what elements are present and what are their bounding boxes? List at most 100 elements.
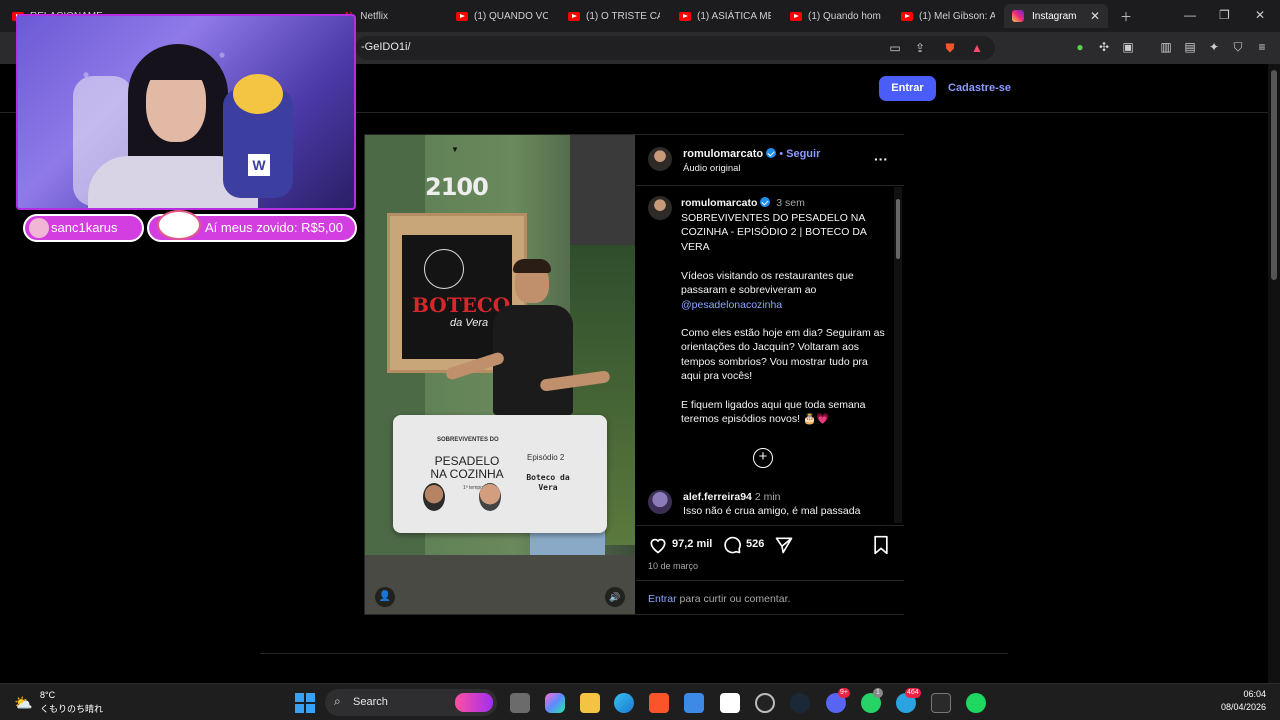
leo-ai-icon[interactable]: ✦	[1207, 40, 1221, 54]
mention-link[interactable]: @pesadelonacozinha	[681, 299, 782, 311]
cake-icon	[29, 218, 49, 238]
post-date: 10 de março	[648, 561, 699, 571]
tab-instagram[interactable]: Instagram ✕	[1004, 4, 1108, 28]
epic-games-icon[interactable]	[931, 693, 951, 713]
share-send-icon[interactable]	[774, 535, 794, 555]
login-button[interactable]: Entrar	[879, 76, 936, 101]
follow-button[interactable]: Seguir	[786, 148, 820, 160]
tab-quando-hom[interactable]: (1) Quando hom	[790, 4, 882, 28]
caption-header: romulomarcato 3 sem	[681, 197, 805, 209]
brave-icon[interactable]	[649, 693, 669, 713]
task-view-icon[interactable]	[510, 693, 530, 713]
card-place: Boteco da Vera	[526, 473, 570, 492]
sign-subtitle: da Vera	[450, 317, 489, 329]
signup-link[interactable]: Cadastre-se	[948, 82, 1011, 94]
tab-asiatica[interactable]: (1) ASIÁTICA ME	[679, 4, 771, 28]
verified-badge-icon	[766, 148, 777, 158]
extension-green-icon[interactable]: ●	[1073, 40, 1087, 54]
save-bookmark-icon[interactable]	[872, 535, 890, 555]
panel-divider	[636, 185, 904, 186]
url-text: -GeIDO1i/	[361, 41, 411, 53]
share-icon[interactable]: ⇪	[913, 41, 927, 55]
address-bar[interactable]: -GeIDO1i/ ▭ ⇪ ⛊ ▲	[355, 36, 995, 60]
cast-icon[interactable]: ▭	[888, 41, 902, 55]
comment-time: 2 min	[754, 491, 781, 503]
restore-icon[interactable]: ❐	[1219, 8, 1230, 22]
login-prompt-link[interactable]: Entrar	[648, 593, 677, 605]
post-card: ▼ 2100 BOTECO da Vera SOBREVIVENTES DO P…	[364, 134, 904, 615]
youtube-icon	[790, 11, 802, 21]
instagram-icon	[1012, 10, 1024, 22]
author-username[interactable]: romulomarcato	[683, 148, 763, 160]
volume-icon[interactable]: 🔊	[605, 587, 625, 607]
page-scrollbar[interactable]	[1268, 64, 1280, 683]
tab-o-triste[interactable]: (1) O TRISTE CA	[568, 4, 660, 28]
streamer-webcam: W	[16, 14, 356, 210]
more-options-icon[interactable]: ···	[874, 151, 888, 167]
caption-avatar[interactable]	[648, 196, 672, 220]
commenter-avatar[interactable]	[648, 490, 672, 514]
telegram-badge: 464	[905, 688, 921, 698]
search-icon: ⌕	[334, 694, 341, 708]
likes-count[interactable]: 97,2 mil	[672, 538, 712, 550]
tab-mel-gibson[interactable]: (1) Mel Gibson: A	[901, 4, 995, 28]
commenter-username[interactable]: alef.ferreira94	[683, 491, 752, 503]
weather-temp[interactable]: 8°C	[40, 690, 55, 700]
caption-scrollbar-thumb[interactable]	[896, 199, 900, 259]
brave-shield-icon[interactable]: ⛊	[943, 41, 957, 55]
card-title-main: PESADELO NA COZINHA	[430, 454, 504, 481]
ms-store-icon[interactable]	[684, 693, 704, 713]
comments-count[interactable]: 526	[746, 538, 764, 550]
tab-netflix[interactable]: NNetflix	[345, 4, 425, 28]
post-video[interactable]: ▼ 2100 BOTECO da Vera SOBREVIVENTES DO P…	[365, 135, 635, 614]
obs-icon[interactable]	[755, 693, 775, 713]
extensions-icon[interactable]: ✣	[1097, 40, 1111, 54]
load-more-comments-icon[interactable]: +	[753, 448, 773, 468]
tab-search-icon[interactable]: ▣	[1121, 40, 1135, 54]
floor	[365, 555, 635, 614]
caption-paragraph-1: Vídeos visitando os restaurantes que pas…	[681, 270, 854, 311]
comment-text: Isso não é crua amigo, é mal passada	[683, 505, 861, 517]
notion-icon[interactable]	[720, 693, 740, 713]
steam-icon[interactable]	[790, 693, 810, 713]
weather-cloud-icon[interactable]: ⛅	[14, 694, 33, 712]
like-heart-icon[interactable]	[648, 535, 668, 555]
author-avatar[interactable]	[648, 147, 672, 171]
whatsapp-badge: 1	[873, 688, 883, 698]
caption-paragraph-2: Como eles estão hoje em dia? Seguiram as…	[681, 327, 885, 383]
menu-icon[interactable]: ≡	[1255, 40, 1269, 54]
audio-label[interactable]: Áudio original	[683, 163, 741, 174]
edge-icon[interactable]	[614, 693, 634, 713]
taskbar-search[interactable]: ⌕ Search	[325, 689, 497, 716]
start-windows-icon[interactable]	[295, 693, 315, 713]
building-number: 2100	[425, 173, 489, 201]
brave-rewards-icon[interactable]: ▲	[970, 41, 984, 55]
overlay-chip-user: sanc1karus	[23, 214, 144, 242]
sidebar-icon[interactable]: ▥	[1159, 40, 1173, 54]
copilot-icon[interactable]	[545, 693, 565, 713]
clock-date[interactable]: 08/04/2026	[1200, 702, 1266, 712]
tab-quando-vo[interactable]: (1) QUANDO VO	[456, 4, 548, 28]
caption-username[interactable]: romulomarcato	[681, 197, 757, 209]
file-explorer-icon[interactable]	[580, 693, 600, 713]
close-tab-icon[interactable]: ✕	[1090, 9, 1100, 23]
youtube-icon	[568, 11, 580, 21]
close-window-icon[interactable]: ✕	[1255, 8, 1265, 22]
discord-badge: 9+	[838, 688, 850, 698]
clock-time[interactable]: 06:04	[1200, 689, 1266, 699]
weather-desc[interactable]: くもりのち晴れ	[40, 702, 103, 715]
card-title-top: SOBREVIVENTES DO	[437, 437, 499, 443]
youtube-icon	[679, 11, 691, 21]
vpn-icon[interactable]: ⛉	[1231, 40, 1245, 54]
comment-icon[interactable]	[722, 535, 742, 555]
scrollbar-thumb[interactable]	[1271, 70, 1277, 280]
overlay-chip-donation: Aí meus zovido: R$5,00	[147, 210, 357, 242]
tagged-user-icon[interactable]: 👤	[375, 587, 395, 607]
new-tab-icon[interactable]: ＋	[1120, 8, 1132, 25]
minimize-icon[interactable]: —	[1184, 8, 1196, 22]
wallet-icon[interactable]: ▤	[1183, 40, 1197, 54]
spotify-icon[interactable]	[966, 693, 986, 713]
youtube-icon	[901, 11, 913, 21]
footer-divider	[260, 653, 1008, 654]
post-side-panel: romulomarcato • Seguir Áudio original ··…	[636, 135, 904, 614]
